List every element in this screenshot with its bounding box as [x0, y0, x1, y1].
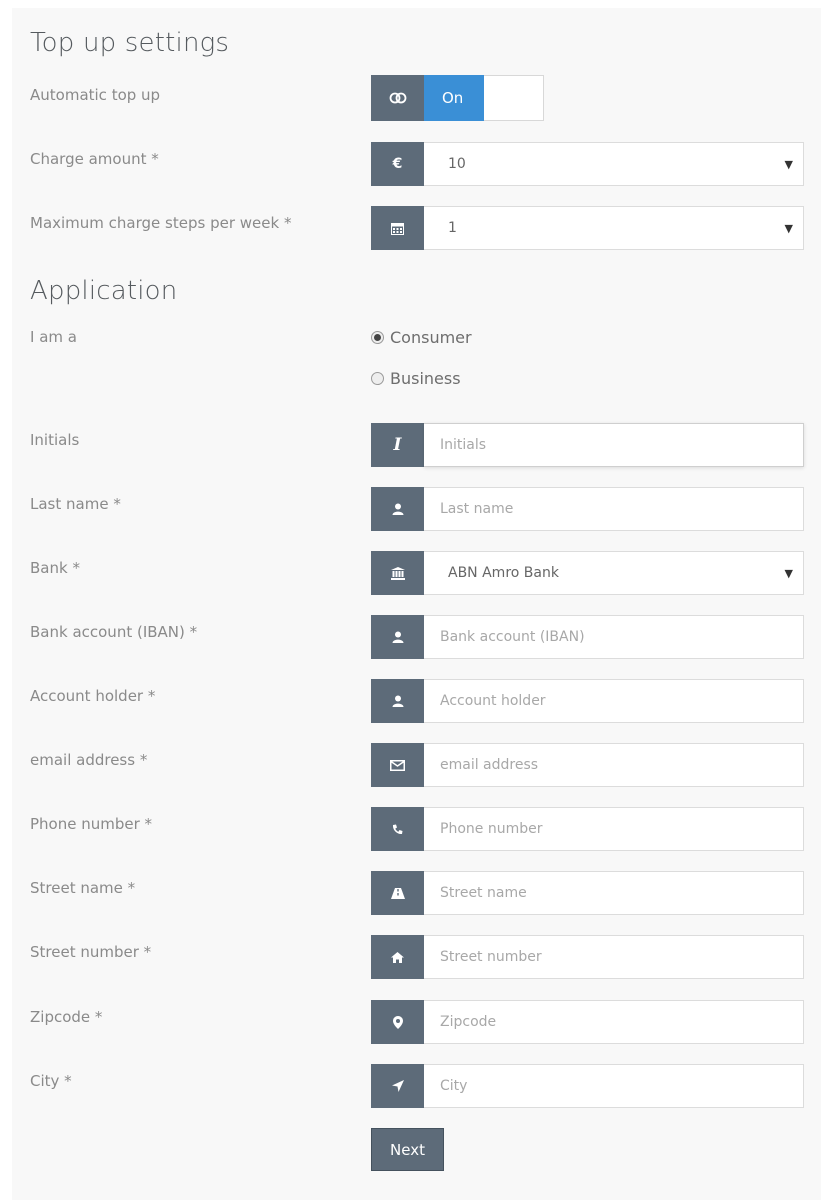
- phone-input[interactable]: [424, 807, 804, 851]
- zipcode-input[interactable]: [424, 1000, 804, 1044]
- application-section-title: Application: [30, 276, 178, 306]
- charge-amount-label: Charge amount *: [30, 150, 159, 168]
- map-marker-icon: [371, 1000, 424, 1044]
- radio-business-button[interactable]: [371, 372, 384, 385]
- street-number-label: Street number *: [30, 943, 152, 961]
- bank-group: ABN Amro Bank ▼: [371, 551, 804, 595]
- chevron-down-icon: ▼: [784, 157, 793, 171]
- charge-amount-select[interactable]: 10 ▼: [424, 142, 804, 186]
- user-icon: [371, 487, 424, 531]
- bank-value: ABN Amro Bank: [448, 565, 559, 581]
- automatic-topup-label: Automatic top up: [30, 86, 161, 104]
- radio-consumer-button[interactable]: [371, 331, 384, 344]
- user-icon: [371, 615, 424, 659]
- phone-group: [371, 807, 804, 851]
- next-button[interactable]: Next: [371, 1128, 444, 1171]
- iban-label: Bank account (IBAN) *: [30, 623, 198, 641]
- italic-icon: I: [371, 423, 424, 467]
- iban-group: [371, 615, 804, 659]
- city-group: [371, 1064, 804, 1108]
- city-input[interactable]: [424, 1064, 804, 1108]
- radio-business[interactable]: Business: [371, 369, 461, 388]
- charge-steps-select[interactable]: 1 ▼: [424, 206, 804, 250]
- account-holder-label: Account holder *: [30, 687, 156, 705]
- bank-select[interactable]: ABN Amro Bank ▼: [424, 551, 804, 595]
- radio-consumer[interactable]: Consumer: [371, 328, 472, 347]
- last-name-input[interactable]: [424, 487, 804, 531]
- account-holder-input[interactable]: [424, 679, 804, 723]
- city-label: City *: [30, 1072, 72, 1090]
- charge-steps-group: 1 ▼: [371, 206, 804, 250]
- user-icon: [371, 679, 424, 723]
- toggle-on-state: On: [424, 75, 484, 121]
- radio-business-label: Business: [390, 369, 461, 388]
- bank-icon: [371, 551, 424, 595]
- charge-steps-label: Maximum charge steps per week *: [30, 214, 292, 232]
- iban-input[interactable]: [424, 615, 804, 659]
- last-name-group: [371, 487, 804, 531]
- charge-steps-value: 1: [448, 220, 457, 236]
- bank-label: Bank *: [30, 559, 80, 577]
- street-name-label: Street name *: [30, 879, 136, 897]
- charge-amount-value: 10: [448, 156, 466, 172]
- location-arrow-icon: [371, 1064, 424, 1108]
- last-name-label: Last name *: [30, 495, 121, 513]
- home-icon: [371, 935, 424, 979]
- euro-icon: €: [371, 142, 424, 186]
- street-number-input[interactable]: [424, 935, 804, 979]
- initials-group: I: [371, 423, 804, 467]
- iam-label: I am a: [30, 328, 77, 346]
- phone-icon: [371, 807, 424, 851]
- email-label: email address *: [30, 751, 148, 769]
- toggle-icon: [371, 75, 424, 121]
- road-icon: [371, 871, 424, 915]
- charge-amount-group: € 10 ▼: [371, 142, 804, 186]
- radio-consumer-label: Consumer: [390, 328, 472, 347]
- chevron-down-icon: ▼: [784, 221, 793, 235]
- toggle-off-area: [484, 75, 544, 121]
- zipcode-label: Zipcode *: [30, 1008, 103, 1026]
- chevron-down-icon: ▼: [784, 566, 793, 580]
- envelope-icon: [371, 743, 424, 787]
- email-group: [371, 743, 804, 787]
- account-holder-group: [371, 679, 804, 723]
- calendar-icon: [371, 206, 424, 250]
- initials-label: Initials: [30, 431, 80, 449]
- phone-label: Phone number *: [30, 815, 153, 833]
- automatic-topup-toggle[interactable]: On: [371, 75, 544, 121]
- zipcode-group: [371, 1000, 804, 1044]
- email-input[interactable]: [424, 743, 804, 787]
- street-number-group: [371, 935, 804, 979]
- initials-input[interactable]: [424, 423, 804, 467]
- topup-section-title: Top up settings: [30, 28, 230, 58]
- street-name-input[interactable]: [424, 871, 804, 915]
- street-name-group: [371, 871, 804, 915]
